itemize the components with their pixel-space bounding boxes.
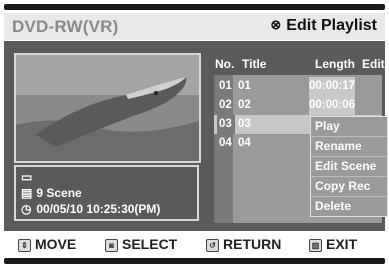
disc-info-icon: ▭	[21, 170, 33, 184]
disc-icon: ⊗	[270, 17, 282, 32]
menu-item-play[interactable]: Play	[311, 117, 387, 137]
exit-hint: ▥ EXIT	[309, 236, 357, 253]
menu-item-edit-scene[interactable]: Edit Scene	[311, 157, 387, 177]
list-item[interactable]: 02 02 00:00:06	[214, 96, 382, 115]
row-number: 04	[219, 137, 232, 149]
select-label: SELECT	[122, 236, 178, 252]
row-length: 00:00:06	[309, 96, 355, 115]
list-item[interactable]: 01 01 00:00:17	[214, 77, 382, 96]
return-hint: ↺ RETURN	[206, 236, 281, 253]
select-icon: ◙	[105, 239, 118, 252]
col-length: Length	[315, 57, 355, 71]
move-icon: ⇕	[18, 239, 31, 252]
header: DVD-RW(VR) ⊗ Edit Playlist	[4, 13, 385, 40]
row-title: 04	[238, 137, 251, 149]
return-icon: ↺	[206, 239, 219, 252]
disc-type-label: DVD-RW(VR)	[12, 17, 119, 36]
top-border	[4, 4, 385, 10]
scene-icon: ▤	[21, 186, 33, 200]
scene-count: 9 Scene	[36, 186, 82, 200]
row-number: 03	[217, 115, 235, 134]
date-info: ◷ 00/05/10 10:25:30(PM)	[21, 202, 160, 216]
menu-item-copy-rec[interactable]: Copy Rec	[311, 177, 387, 197]
move-label: MOVE	[35, 236, 77, 252]
main-panel: ▭ ▤ 9 Scene ◷ 00/05/10 10:25:30(PM) No. …	[4, 41, 388, 231]
row-title: 02	[238, 99, 251, 111]
return-label: RETURN	[223, 236, 282, 252]
exit-icon: ▥	[309, 239, 322, 252]
clock-icon: ◷	[21, 202, 32, 216]
exit-label: EXIT	[326, 236, 358, 252]
menu-title: ⊗ Edit Playlist	[270, 17, 377, 35]
thumbnail-preview	[14, 53, 201, 163]
footer-help-bar: ⇕ MOVE ◙ SELECT ↺ RETURN ▥ EXIT	[4, 233, 385, 255]
move-hint: ⇕ MOVE	[18, 236, 76, 253]
row-title: 01	[238, 80, 251, 92]
edit-popup-menu: Play Rename Edit Scene Copy Rec Delete	[310, 116, 388, 217]
col-no: No.	[215, 57, 235, 71]
menu-item-delete[interactable]: Delete	[311, 197, 387, 216]
dolphin-image	[16, 55, 199, 161]
row-title: 03	[238, 118, 251, 130]
select-hint: ◙ SELECT	[105, 236, 177, 253]
col-edit: Edit	[362, 57, 385, 71]
scene-info: ▤ 9 Scene	[21, 186, 82, 200]
date-time: 00/05/10 10:25:30(PM)	[36, 202, 161, 216]
info-box: ▭ ▤ 9 Scene ◷ 00/05/10 10:25:30(PM)	[14, 165, 199, 221]
bottom-border	[4, 258, 385, 264]
edit-playlist-screen: DVD-RW(VR) ⊗ Edit Playlist ▭ ▤ 9 Scene ◷ …	[0, 0, 389, 266]
menu-item-rename[interactable]: Rename	[311, 137, 387, 157]
col-title: Title	[242, 57, 267, 71]
row-number: 02	[219, 99, 232, 111]
menu-title-text: Edit Playlist	[286, 17, 377, 34]
row-number: 01	[219, 80, 232, 92]
row-length: 00:00:17	[309, 77, 355, 96]
